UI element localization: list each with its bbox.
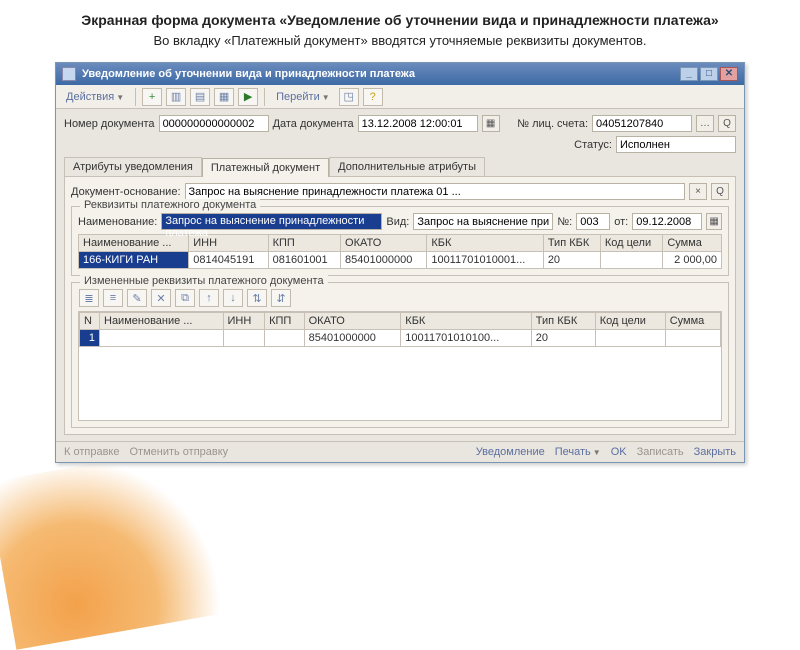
basis-open-icon[interactable]: Q (711, 183, 729, 200)
row-edit-icon[interactable]: ✎ (127, 289, 147, 307)
num-label: №: (557, 216, 572, 228)
tabs: Атрибуты уведомления Платежный документ … (64, 157, 736, 176)
close-window-button[interactable]: Закрыть (694, 446, 736, 458)
ok-button[interactable]: OK (611, 446, 627, 458)
name-label: Наименование: (78, 216, 157, 228)
close-button[interactable]: ✕ (720, 67, 738, 81)
table-row[interactable]: 166-КИГИ РАН 0814045191081601001 8540100… (79, 252, 722, 269)
print-button[interactable]: Печать▼ (555, 446, 601, 458)
doc-date-field[interactable] (358, 115, 478, 132)
move-down-icon[interactable]: ↓ (223, 289, 243, 307)
row-add-icon[interactable]: ≣ (79, 289, 99, 307)
menubar: Действия▼ + ▥ ▤ ▦ ▶ Перейти▼ ◳ ? (56, 85, 744, 109)
changed-toolbar: ≣ ≡ ✎ ✕ ⧉ ↑ ↓ ⇅ ⇵ (78, 289, 722, 307)
add-icon[interactable]: + (142, 88, 162, 106)
minimize-button[interactable]: _ (680, 67, 698, 81)
date-picker-icon[interactable]: ▦ (482, 115, 500, 132)
name-field[interactable]: Запрос на выяснение принадлежности плате… (161, 213, 382, 230)
help-icon[interactable]: ? (363, 88, 383, 106)
group-requisites-title: Реквизиты платежного документа (80, 199, 260, 211)
cancel-send-button[interactable]: Отменить отправку (129, 446, 228, 458)
window-title: Уведомление об уточнении вида и принадле… (82, 68, 415, 80)
toolbar-btn-2[interactable]: ▤ (190, 88, 210, 106)
row-ins-icon[interactable]: ≡ (103, 289, 123, 307)
ot-date-icon[interactable]: ▦ (706, 213, 722, 230)
move-up-icon[interactable]: ↑ (199, 289, 219, 307)
doc-no-field[interactable] (159, 115, 269, 132)
changed-table[interactable]: N Наименование ...ИННКПП ОКАТОКБКТип КБК… (79, 312, 721, 347)
row-copy-icon[interactable]: ⧉ (175, 289, 195, 307)
group-changed: Измененные реквизиты платежного документ… (71, 282, 729, 428)
slide-decoration (0, 444, 233, 650)
app-window: Уведомление об уточнении вида и принадле… (55, 62, 745, 463)
toolbar-btn-3[interactable]: ▦ (214, 88, 234, 106)
group-requisites: Реквизиты платежного документа Наименова… (71, 206, 729, 276)
table-header-row: N Наименование ...ИННКПП ОКАТОКБКТип КБК… (80, 313, 721, 330)
requisites-table[interactable]: Наименование ...ИННКПП ОКАТОКБКТип КБК К… (78, 234, 722, 269)
row-del-icon[interactable]: ✕ (151, 289, 171, 307)
tab-attributes[interactable]: Атрибуты уведомления (64, 157, 202, 176)
sort-asc-icon[interactable]: ⇅ (247, 289, 267, 307)
form-area: Номер документа Дата документа ▦ № лиц. … (56, 109, 744, 441)
restore-button[interactable]: □ (700, 67, 718, 81)
tab-payment-doc[interactable]: Платежный документ (202, 158, 329, 177)
vid-field[interactable] (413, 213, 553, 230)
notif-button[interactable]: Уведомление (476, 446, 545, 458)
tab-body: Документ-основание: × Q Реквизиты платеж… (64, 176, 736, 435)
vid-label: Вид: (386, 216, 409, 228)
doc-no-label: Номер документа (64, 118, 155, 130)
status-field (616, 136, 736, 153)
basis-clear-icon[interactable]: × (689, 183, 707, 200)
ot-field[interactable] (632, 213, 702, 230)
run-icon[interactable]: ▶ (238, 88, 258, 106)
num-field[interactable] (576, 213, 610, 230)
slide-title: Экранная форма документа «Уведомление об… (0, 12, 800, 28)
save-button[interactable]: Записать (637, 446, 684, 458)
app-icon (62, 67, 76, 81)
table-row[interactable]: 1 8540100000010011701010100...20 (80, 330, 721, 347)
menu-actions[interactable]: Действия▼ (60, 89, 130, 105)
acct-open-icon[interactable]: Q (718, 115, 736, 132)
basis-field[interactable] (185, 183, 685, 200)
basis-label: Документ-основание: (71, 186, 181, 198)
acct-lookup-icon[interactable]: … (696, 115, 714, 132)
send-button[interactable]: К отправке (64, 446, 119, 458)
ot-label: от: (614, 216, 628, 228)
tab-additional[interactable]: Дополнительные атрибуты (329, 157, 485, 176)
menu-goto[interactable]: Перейти▼ (270, 89, 336, 105)
acct-field[interactable] (592, 115, 692, 132)
toolbar-btn-1[interactable]: ▥ (166, 88, 186, 106)
slide-subtitle: Во вкладку «Платежный документ» вводятся… (0, 33, 800, 48)
status-label: Статус: (574, 139, 612, 151)
titlebar: Уведомление об уточнении вида и принадле… (56, 63, 744, 85)
statusbar: К отправке Отменить отправку Уведомление… (56, 441, 744, 462)
toolbar-btn-4[interactable]: ◳ (339, 88, 359, 106)
acct-label: № лиц. счета: (517, 118, 588, 130)
group-changed-title: Измененные реквизиты платежного документ… (80, 275, 328, 287)
doc-date-label: Дата документа (273, 118, 354, 130)
sort-desc-icon[interactable]: ⇵ (271, 289, 291, 307)
